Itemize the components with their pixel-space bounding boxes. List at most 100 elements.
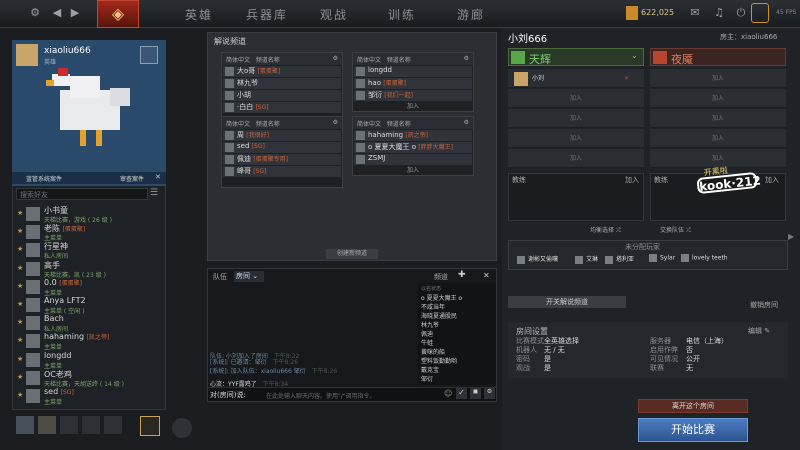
- radiant-player-slot[interactable]: 小刘 ✕: [508, 69, 644, 88]
- kick-icon[interactable]: ✕: [624, 69, 629, 88]
- friend-list-item[interactable]: ★ 小书童 天梯比赛，游戏 ( 26 级 ): [16, 205, 166, 224]
- party-slot-2[interactable]: [38, 416, 56, 434]
- chat-member[interactable]: 黄咪的船: [421, 347, 445, 356]
- friend-list-item[interactable]: ★ Anya LFT2 主菜单 ( 空闲 ): [16, 296, 166, 315]
- add-friend-icon[interactable]: ☰: [150, 188, 158, 198]
- friend-list-item[interactable]: ★ longdd 主菜单: [16, 351, 166, 370]
- forward-arrow-icon[interactable]: ▶: [68, 6, 82, 20]
- dota-logo-icon[interactable]: ◈: [97, 0, 139, 28]
- sound-icon[interactable]: ♫: [712, 6, 726, 20]
- radiant-player-slot[interactable]: 加入: [508, 89, 644, 108]
- nav-tab-learn[interactable]: 训练: [388, 6, 416, 23]
- emoji-icon[interactable]: ☺: [444, 389, 452, 398]
- friend-list-item[interactable]: ★ Bach 私人房间: [16, 314, 166, 333]
- collapse-arrow-icon[interactable]: ▶: [788, 232, 794, 241]
- chat-member[interactable]: 牛蛙: [421, 338, 433, 347]
- slot-join-button[interactable]: [222, 177, 342, 187]
- balance-button[interactable]: 均衡选择 ⤮: [590, 225, 621, 235]
- friend-list-item[interactable]: ★ hahaming [凯之帝] 主菜单: [16, 332, 166, 351]
- slot-gear-icon[interactable]: ⚙: [464, 119, 469, 126]
- toggle-broadcast-button[interactable]: 开关解说频道: [508, 296, 626, 308]
- chat-member[interactable]: 佩迪: [421, 329, 433, 338]
- nav-tab-watch[interactable]: 观战: [320, 6, 348, 23]
- commentator-row[interactable]: o 夏夏大魔王 o [胖胖大魔王]: [354, 142, 472, 153]
- friend-search-input[interactable]: 搜索好友: [16, 188, 148, 200]
- radiant-player-slot[interactable]: 加入: [508, 149, 644, 168]
- commentator-row[interactable]: 峰哥 [SG]: [223, 166, 341, 177]
- commentator-row[interactable]: ·白白 [SG]: [223, 102, 341, 113]
- radiant-player-slot[interactable]: 加入: [508, 109, 644, 128]
- party-slot-3[interactable]: [60, 416, 78, 434]
- slot-join-button[interactable]: 加入: [353, 101, 473, 111]
- commentator-row[interactable]: 周 [我很好]: [223, 130, 341, 141]
- unassigned-player[interactable]: 塔利亚: [605, 254, 634, 264]
- friend-list-item[interactable]: ★ 老陈 [蛋蛋聚] 主菜单: [16, 223, 166, 242]
- chat-member[interactable]: 林九爷: [421, 320, 439, 329]
- close-chat-icon[interactable]: ✕: [483, 271, 490, 280]
- friend-list-item[interactable]: ★ 行星神 私人房间: [16, 241, 166, 260]
- switch-team-button[interactable]: 交换队伍 ⤮: [660, 225, 691, 235]
- friend-list-item[interactable]: ★ sed [SG] 主菜单: [16, 387, 166, 406]
- radiant-header[interactable]: 天辉 ⌄: [508, 48, 644, 66]
- edit-settings-button[interactable]: 编辑 ✎: [748, 326, 770, 336]
- dire-header[interactable]: 夜魇: [650, 48, 786, 66]
- radiant-coach-join[interactable]: 加入: [625, 175, 639, 185]
- commentator-row[interactable]: longdd: [354, 66, 472, 77]
- party-slot-5[interactable]: [104, 416, 122, 434]
- friend-list-item[interactable]: ★ 0.0 [蛋蛋聚] 主菜单: [16, 278, 166, 297]
- commentator-row[interactable]: 小胡: [223, 90, 341, 101]
- start-game-button[interactable]: 开始比赛: [638, 418, 748, 442]
- nav-tab-heroes[interactable]: 英雄: [185, 6, 213, 23]
- chat-input-bar[interactable]: 对(房间)说: 在此处输入聊天内容。使用"/"调用指令。 ☺ ✓ ◼ ⚙: [208, 387, 496, 401]
- cancel-lobby-button[interactable]: 撤销房间: [750, 300, 778, 310]
- commentator-row[interactable]: ZSMJ: [354, 154, 472, 165]
- settings-gear-icon[interactable]: ⚙: [28, 6, 42, 20]
- medal-icon[interactable]: [140, 46, 158, 64]
- battlepass-level-icon[interactable]: [751, 3, 769, 23]
- slot-gear-icon[interactable]: ⚙: [333, 119, 338, 126]
- chat-input-placeholder[interactable]: 在此处输入聊天内容。使用"/"调用指令。: [266, 391, 376, 400]
- nav-tab-arcade[interactable]: 游廊: [457, 6, 485, 23]
- nav-tab-armory[interactable]: 兵器库: [246, 6, 288, 23]
- dire-player-slot[interactable]: 加入: [650, 109, 786, 128]
- dire-player-slot[interactable]: 加入: [650, 69, 786, 88]
- send-check-icon[interactable]: ✓: [456, 388, 467, 399]
- slot-gear-icon[interactable]: ⚙: [333, 55, 338, 62]
- chat-member[interactable]: 塑料饭勤勤哟: [421, 356, 457, 365]
- player-avatar[interactable]: [16, 44, 38, 66]
- commentator-row[interactable]: 林九爷: [223, 78, 341, 89]
- mail-icon[interactable]: ✉: [688, 6, 702, 20]
- commentator-row[interactable]: sed [SG]: [223, 142, 341, 153]
- commentator-row[interactable]: hao [蛋蛋聚]: [354, 78, 472, 89]
- settings-small-icon[interactable]: ⚙: [484, 388, 495, 399]
- party-slot-4[interactable]: [82, 416, 100, 434]
- chat-member[interactable]: 邹衍: [421, 374, 433, 383]
- chat-member[interactable]: 海晓夏通股民: [421, 311, 457, 320]
- friend-list-item[interactable]: ★ OC老鸡 天梯比赛，天胡送终 ( 14 级 ): [16, 369, 166, 388]
- dire-player-slot[interactable]: 加入: [650, 89, 786, 108]
- slot-gear-icon[interactable]: ⚙: [464, 55, 469, 62]
- commentator-row[interactable]: hahaming [凯之帝]: [354, 130, 472, 141]
- create-channel-button[interactable]: 创建新频道: [326, 249, 378, 259]
- radiant-player-slot[interactable]: 加入: [508, 129, 644, 148]
- leave-lobby-button[interactable]: 离开这个房间: [638, 399, 748, 413]
- review-case-button[interactable]: 审查案件: [120, 174, 144, 183]
- unassigned-player[interactable]: 谢彬又偷嚷: [517, 254, 558, 264]
- party-slot-1[interactable]: [16, 416, 34, 434]
- slot-join-button[interactable]: 加入: [353, 165, 473, 175]
- unassigned-player[interactable]: lovely teeth: [681, 254, 728, 262]
- unassigned-player[interactable]: 艾琳: [575, 254, 598, 264]
- voice-icon[interactable]: ◼: [470, 388, 481, 399]
- chat-member[interactable]: 戴克宝: [421, 365, 439, 374]
- grid-menu-icon[interactable]: [172, 418, 192, 438]
- chat-member[interactable]: o 夏夏大魔王 o: [421, 293, 462, 302]
- unassigned-player[interactable]: Sylar: [649, 254, 675, 262]
- chat-tab-team[interactable]: 队伍: [213, 272, 227, 282]
- exit-icon[interactable]: ⏻: [734, 6, 748, 20]
- friend-list-item[interactable]: ★ 高手 天梯比赛，凯 ( 23 级 ): [16, 260, 166, 279]
- commentator-row[interactable]: 大o哥 [蛋蛋聚]: [223, 66, 341, 77]
- chevron-down-icon[interactable]: ⌄: [631, 51, 638, 60]
- commentator-row[interactable]: 邹衍 [我们一起]: [354, 90, 472, 101]
- chat-member[interactable]: 不咸当年: [421, 302, 445, 311]
- rank-icon[interactable]: [140, 416, 160, 436]
